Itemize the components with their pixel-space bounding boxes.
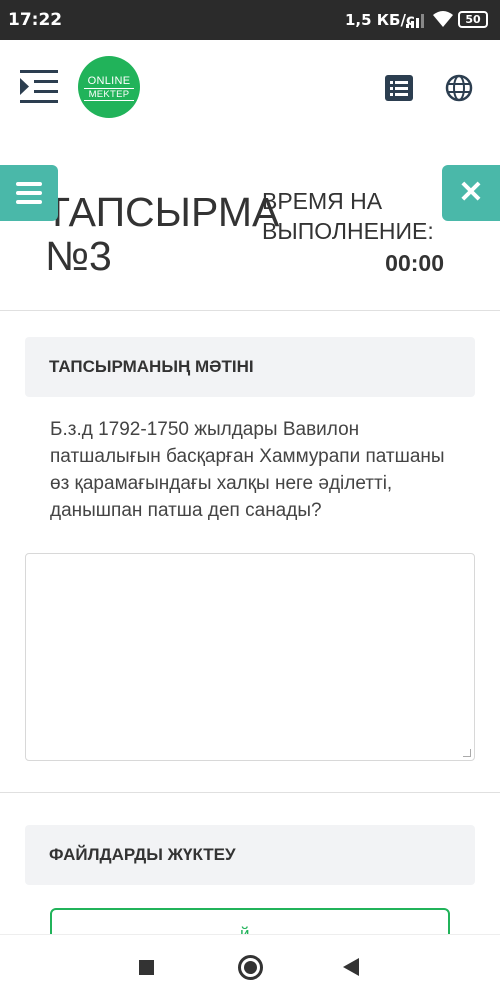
hamburger-icon [16,182,42,186]
home-icon[interactable] [238,955,263,980]
close-button[interactable]: ✕ [442,165,500,221]
divider [0,792,500,793]
signal-icon [406,14,424,28]
status-time: 17:22 [8,10,63,30]
answer-textarea[interactable] [25,553,475,761]
battery-level: 50 [465,13,481,26]
close-icon: ✕ [458,176,484,209]
sidebar-toggle-button[interactable] [0,165,58,221]
divider [0,310,500,311]
system-nav-bar [0,934,500,1000]
logo-line1: ONLINE [87,75,131,87]
menu-indent-icon[interactable] [20,70,58,104]
globe-icon[interactable] [445,74,473,102]
task-title: ТАПСЫРМА №3 [45,189,280,279]
resize-handle-icon[interactable] [463,749,471,757]
battery-icon: 50 [458,11,488,28]
task-text-body: Б.з.д 1792-1750 жылдары Вавилон патшалығ… [50,419,445,521]
task-text-heading: ТАПСЫРМАНЫҢ МӘТІНІ [25,337,475,397]
network-speed: 1,5 КБ/с [345,11,415,29]
hamburger-icon-bar [16,191,42,195]
app-header: ONLINE MEKTEP [0,40,500,140]
hamburger-icon-bar [16,200,42,204]
wifi-icon [433,11,453,27]
upload-files-heading: ФАЙЛДАРДЫ ЖҮКТЕУ [25,825,475,885]
logo-line2: MEKTEP [84,88,134,101]
back-icon[interactable] [343,958,359,976]
time-value: 00:00 [385,250,444,276]
status-bar: 17:22 1,5 КБ/с 50 [0,0,500,40]
list-icon[interactable] [385,75,413,101]
online-mektep-logo[interactable]: ONLINE MEKTEP [78,56,140,118]
recent-apps-icon[interactable] [139,960,154,975]
